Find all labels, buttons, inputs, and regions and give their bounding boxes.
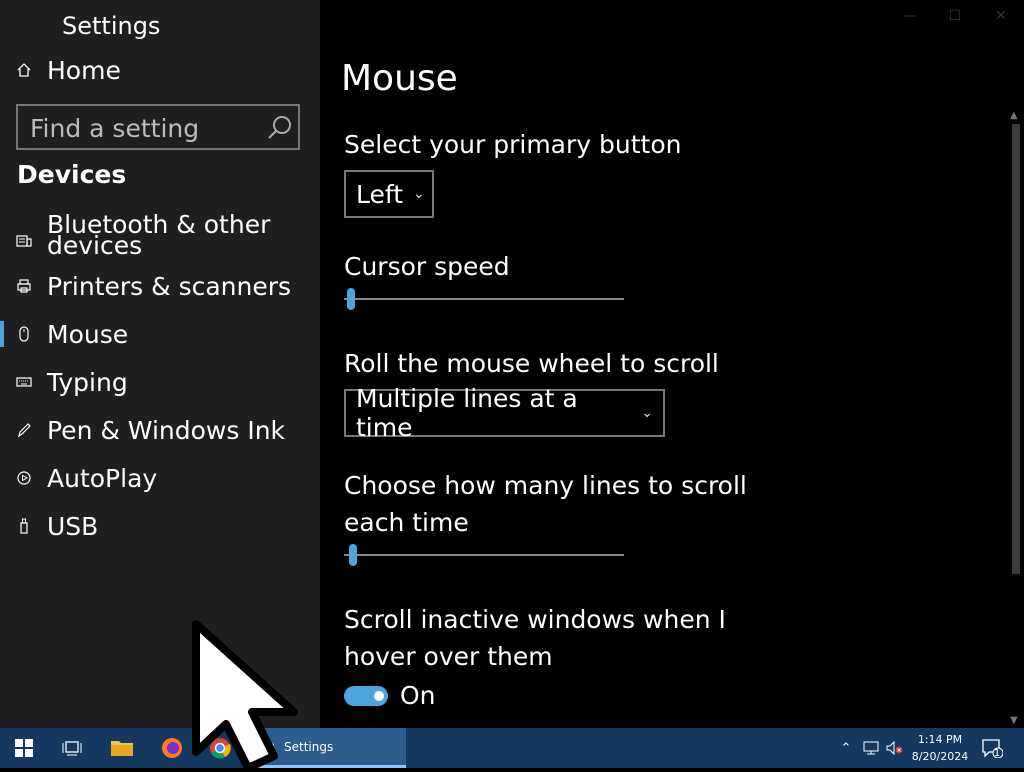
- clock-date: 8/20/2024: [911, 750, 969, 763]
- scroll-up-icon[interactable]: ▲: [1010, 110, 1018, 121]
- slider-track: [344, 298, 624, 300]
- lines-scroll-label-line2: each time: [344, 508, 469, 537]
- bluetooth-devices-icon: [15, 232, 33, 250]
- section-title: Devices: [17, 160, 127, 189]
- toggle-state-label: On: [400, 681, 436, 710]
- sidebar-item-pen[interactable]: Pen & Windows Ink: [0, 410, 320, 450]
- slider-track: [344, 554, 624, 556]
- cursor-speed-slider[interactable]: [344, 286, 624, 312]
- usb-icon: [15, 517, 33, 535]
- inactive-scroll-label-line1: Scroll inactive windows when I: [344, 605, 726, 634]
- wheel-scroll-dropdown[interactable]: Multiple lines at a time ⌄: [344, 384, 665, 442]
- app-title: Settings: [62, 12, 161, 40]
- task-view-icon: [62, 741, 82, 756]
- pen-icon: [15, 421, 33, 439]
- file-explorer-button[interactable]: [100, 728, 144, 768]
- autoplay-icon: [15, 469, 33, 487]
- sidebar-item-label: USB: [47, 511, 99, 541]
- printer-icon: [15, 277, 33, 295]
- clock[interactable]: 1:14 PM 8/20/2024: [900, 731, 980, 765]
- minimize-button[interactable]: —: [886, 4, 932, 28]
- chevron-down-icon: ⌄: [413, 186, 425, 202]
- slider-thumb[interactable]: [346, 288, 355, 310]
- search-input[interactable]: [28, 112, 262, 144]
- wheel-scroll-label: Roll the mouse wheel to scroll: [344, 349, 719, 378]
- maximize-button[interactable]: ☐: [932, 4, 978, 28]
- sidebar-item-label: Pen & Windows Ink: [47, 415, 286, 445]
- lines-scroll-label-line1: Choose how many lines to scroll: [344, 471, 747, 500]
- lines-scroll-slider[interactable]: [344, 542, 624, 568]
- home-label: Home: [47, 55, 121, 85]
- task-view-button[interactable]: [50, 728, 94, 768]
- home-icon: [15, 61, 33, 79]
- chevron-down-icon: ⌄: [641, 405, 653, 421]
- toggle-knob: [374, 691, 384, 701]
- sidebar-item-label: Typing: [47, 367, 128, 397]
- sidebar-item-typing[interactable]: Typing: [0, 362, 320, 402]
- sidebar-item-label: Mouse: [47, 319, 129, 349]
- network-icon[interactable]: [860, 728, 882, 768]
- keyboard-icon: [15, 373, 33, 391]
- page-title: Mouse: [341, 58, 458, 99]
- home-nav-item[interactable]: Home: [0, 50, 320, 90]
- cursor-speed-label: Cursor speed: [344, 252, 510, 281]
- mouse-pointer-icon: [192, 620, 298, 772]
- windows-logo-icon: [15, 739, 33, 757]
- folder-icon: [111, 741, 133, 756]
- sidebar-item-label: Bluetooth & other devices: [47, 210, 271, 260]
- scroll-down-icon[interactable]: ▼: [1010, 715, 1018, 726]
- inactive-scroll-toggle[interactable]: [344, 686, 388, 706]
- search-icon[interactable]: [266, 114, 294, 142]
- wheel-scroll-value: Multiple lines at a time: [356, 384, 578, 442]
- sidebar-item-usb[interactable]: USB: [0, 506, 320, 546]
- sidebar-item-label: Printers & scanners: [47, 271, 292, 301]
- scrollbar[interactable]: ▲ ▼: [1008, 110, 1024, 728]
- slider-thumb[interactable]: [349, 544, 358, 566]
- primary-button-dropdown[interactable]: Left ⌄: [344, 170, 434, 218]
- taskbar: Settings ⌃: [0, 728, 1024, 768]
- sidebar-item-label: AutoPlay: [47, 463, 158, 493]
- notification-count: 1: [993, 748, 1001, 759]
- clock-time: 1:14 PM: [917, 733, 963, 746]
- sidebar-item-bluetooth[interactable]: Bluetooth & other devices: [0, 210, 320, 266]
- search-box[interactable]: [16, 104, 300, 150]
- scrollbar-thumb[interactable]: [1012, 124, 1020, 574]
- sidebar-item-printers[interactable]: Printers & scanners: [0, 266, 320, 306]
- primary-button-label: Select your primary button: [344, 130, 682, 159]
- start-button[interactable]: [0, 728, 48, 768]
- mouse-icon: [15, 325, 33, 343]
- sidebar-item-autoplay[interactable]: AutoPlay: [0, 458, 320, 498]
- inactive-scroll-label-line2: hover over them: [344, 642, 553, 671]
- tray-chevron-up-icon[interactable]: ⌃: [836, 728, 856, 768]
- sidebar-item-mouse[interactable]: Mouse: [0, 314, 320, 354]
- firefox-icon: [162, 738, 182, 758]
- close-button[interactable]: ✕: [978, 4, 1024, 28]
- primary-button-value: Left: [356, 179, 404, 209]
